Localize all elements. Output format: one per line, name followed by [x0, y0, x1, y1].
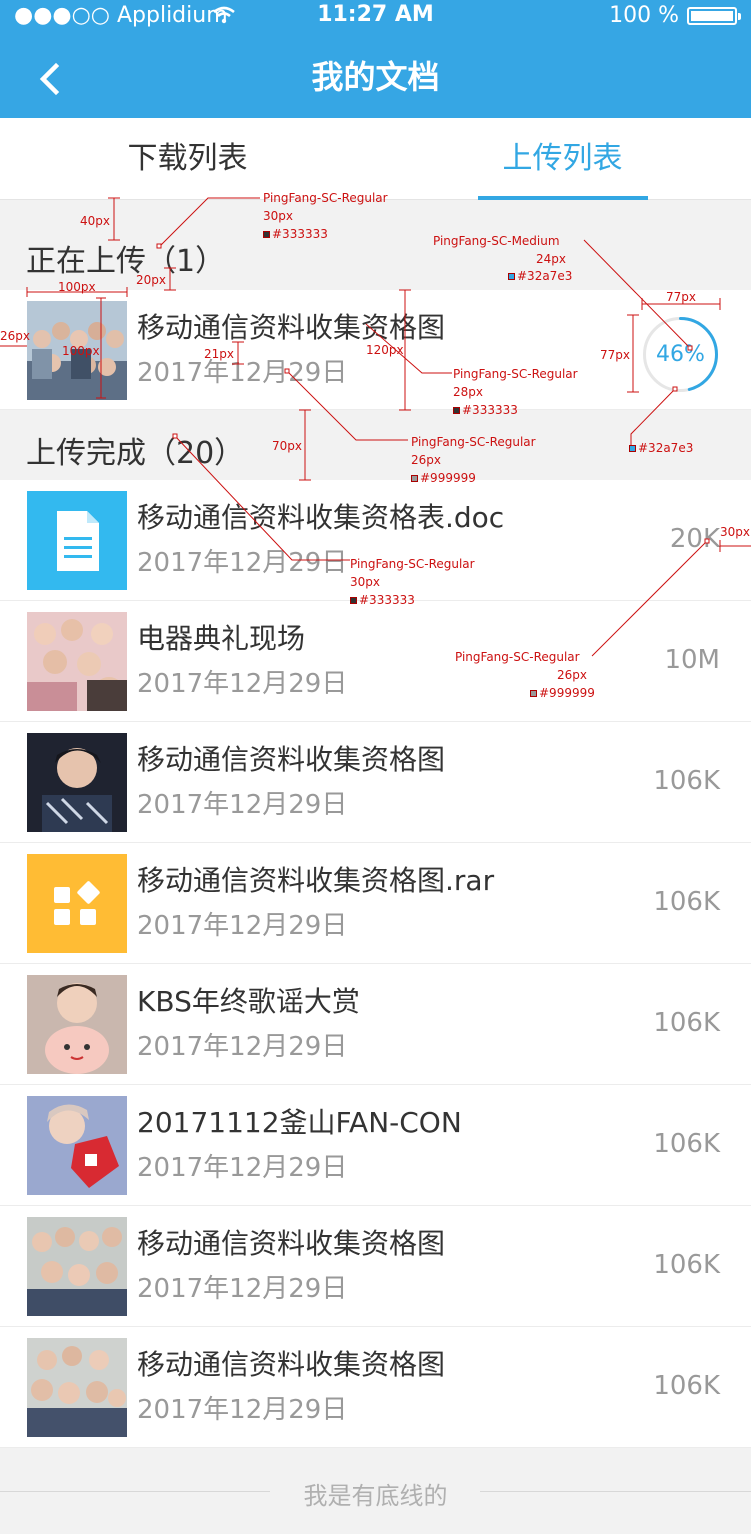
annotation-label: 21px	[204, 347, 234, 361]
battery-icon	[687, 7, 741, 25]
file-date: 2017年12月29日	[137, 1395, 348, 1425]
navigation-bar: ●●●○○ Applidium 11:27 AM 100 % 我的文档	[0, 0, 751, 118]
document-icon	[27, 491, 127, 590]
file-name: 移动通信资料收集资格图	[137, 311, 446, 344]
list-item[interactable]: 移动通信资料收集资格图 2017年12月29日 106K	[0, 722, 751, 843]
annotation-label: #32a7e3	[629, 440, 693, 456]
file-date: 2017年12月29日	[137, 1153, 348, 1183]
annotation-label: PingFang-SC-Regular	[411, 435, 536, 449]
photo-thumbnail	[27, 1338, 127, 1437]
file-name: 移动通信资料收集资格图	[137, 743, 446, 776]
annotation-label: 77px	[666, 290, 696, 304]
annotation-label: 26px	[557, 668, 587, 682]
annotation-label: #32a7e3	[508, 268, 572, 284]
annotation-label: 30px	[350, 575, 380, 589]
file-date: 2017年12月29日	[137, 1032, 348, 1062]
photo-thumbnail	[27, 612, 127, 711]
file-name: 移动通信资料收集资格图.rar	[137, 864, 495, 897]
photo-thumbnail	[27, 733, 127, 832]
annotation-label: 28px	[453, 385, 483, 399]
annotation-label: PingFang-SC-Regular	[455, 650, 580, 664]
annotation-label: #333333	[350, 592, 415, 608]
annotation-label: 26px	[411, 453, 441, 467]
upload-progress-label: 46%	[656, 342, 705, 367]
annotation-label: #333333	[263, 226, 328, 242]
annotation-label: PingFang-SC-Medium	[433, 234, 560, 248]
photo-thumbnail	[27, 1096, 127, 1195]
status-bar: ●●●○○ Applidium 11:27 AM 100 %	[0, 0, 751, 32]
annotation-label: #333333	[453, 402, 518, 418]
file-size: 106K	[653, 1129, 720, 1159]
annotation-label: 120px	[366, 343, 404, 357]
photo-thumbnail	[27, 975, 127, 1074]
file-date: 2017年12月29日	[137, 548, 348, 578]
file-name: 移动通信资料收集资格图	[137, 1348, 446, 1381]
list-item[interactable]: 电器典礼现场 2017年12月29日 10M	[0, 601, 751, 722]
file-date: 2017年12月29日	[137, 669, 348, 699]
annotation-label: 30px	[263, 209, 293, 223]
annotation-label: 100px	[62, 344, 100, 358]
tab-upload-list[interactable]: 上传列表	[375, 118, 750, 200]
file-name: 移动通信资料收集资格表.doc	[137, 501, 505, 534]
tab-bar: 下载列表 上传列表	[0, 118, 751, 200]
annotation-label: 24px	[536, 252, 566, 266]
list-item[interactable]: 移动通信资料收集资格图 2017年12月29日 106K	[0, 1327, 751, 1448]
archive-icon	[27, 854, 127, 953]
file-size: 106K	[653, 1008, 720, 1038]
annotation-label: PingFang-SC-Regular	[263, 191, 388, 205]
annotation-label: 70px	[272, 439, 302, 453]
annotation-label: PingFang-SC-Regular	[453, 367, 578, 381]
list-item[interactable]: KBS年终歌谣大赏 2017年12月29日 106K	[0, 964, 751, 1085]
annotation-label: 30px	[720, 525, 750, 539]
battery-percent: 100 %	[609, 3, 679, 28]
page-title: 我的文档	[311, 58, 440, 96]
file-size: 106K	[653, 766, 720, 796]
completed-section-title: 上传完成（20）	[26, 436, 245, 471]
file-size: 106K	[653, 887, 720, 917]
file-date: 2017年12月29日	[137, 1274, 348, 1304]
file-date: 2017年12月29日	[137, 911, 348, 941]
file-size: 10M	[664, 645, 720, 675]
end-of-list-text: 我是有底线的	[303, 1482, 448, 1510]
list-item[interactable]: 移动通信资料收集资格图.rar 2017年12月29日 106K	[0, 843, 751, 964]
file-name: 电器典礼现场	[137, 622, 306, 655]
annotation-label: #999999	[530, 685, 595, 701]
annotation-label: #999999	[411, 470, 476, 486]
annotation-label: PingFang-SC-Regular	[350, 557, 475, 571]
file-size: 106K	[653, 1250, 720, 1280]
annotation-label: 40px	[80, 214, 110, 228]
list-item[interactable]: 移动通信资料收集资格图 2017年12月29日 106K	[0, 1206, 751, 1327]
annotation-label: 26px	[0, 329, 30, 343]
annotation-label: 100px	[58, 280, 96, 294]
file-name: 移动通信资料收集资格图	[137, 1227, 446, 1260]
photo-thumbnail	[27, 1217, 127, 1316]
list-item[interactable]: 20171112釜山FAN-CON 2017年12月29日 106K	[0, 1085, 751, 1206]
file-name: 20171112釜山FAN-CON	[137, 1106, 462, 1139]
file-name: KBS年终歌谣大赏	[137, 985, 360, 1018]
file-size: 106K	[653, 1371, 720, 1401]
file-size: 20K	[669, 524, 720, 554]
tab-download-list[interactable]: 下载列表	[0, 118, 375, 200]
annotation-label: 20px	[136, 273, 166, 287]
file-date: 2017年12月29日	[137, 790, 348, 820]
annotation-label: 77px	[600, 348, 630, 362]
uploading-section-title: 正在上传（1）	[26, 244, 226, 279]
file-date: 2017年12月29日	[137, 358, 348, 388]
active-tab-indicator	[478, 196, 648, 200]
